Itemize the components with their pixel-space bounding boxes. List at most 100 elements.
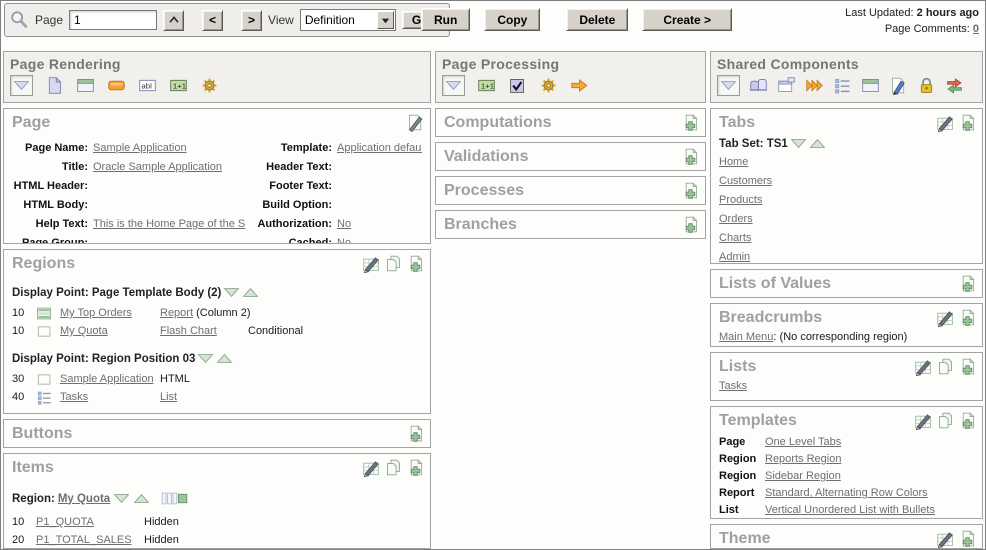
create-process-icon[interactable]: [200, 76, 219, 95]
sort-up-icon[interactable]: [216, 352, 233, 365]
region-name-link[interactable]: My Quota: [60, 325, 108, 337]
run-button[interactable]: Run: [421, 8, 470, 31]
plain-region-icon: [36, 371, 53, 388]
sort-down-icon[interactable]: [197, 352, 214, 365]
page-name-link[interactable]: Sample Application: [93, 142, 187, 154]
security-lock-icon[interactable]: [917, 76, 936, 95]
template-link[interactable]: Reports Region: [765, 453, 841, 465]
create-computation-icon[interactable]: [169, 76, 188, 95]
create-validation-icon[interactable]: [681, 147, 700, 166]
template-link[interactable]: One Level Tabs: [765, 436, 841, 448]
create-computation-icon[interactable]: [681, 113, 700, 132]
tab-link[interactable]: Admin: [719, 251, 750, 263]
create-computation-icon[interactable]: [477, 76, 496, 95]
previous-page-button[interactable]: <: [202, 10, 223, 31]
create-region-icon[interactable]: [406, 254, 425, 273]
region-template-icon[interactable]: [861, 76, 880, 95]
tab-link[interactable]: Home: [719, 156, 748, 168]
theme-icon[interactable]: [889, 76, 908, 95]
computations-section: Computations: [435, 108, 706, 137]
breadcrumb-link[interactable]: Main Menu: [719, 331, 773, 343]
sort-down-icon[interactable]: [223, 286, 240, 299]
template-link[interactable]: Standard, Alternating Row Colors: [765, 487, 928, 499]
create-process-icon[interactable]: [539, 76, 558, 95]
item-name-link[interactable]: P1_TOTAL_SALES: [36, 534, 132, 546]
edit-templates-icon[interactable]: [914, 411, 933, 430]
tab-link[interactable]: Products: [719, 194, 762, 206]
cached-link[interactable]: No: [337, 237, 351, 244]
sort-up-icon[interactable]: [242, 286, 259, 299]
tab-link[interactable]: Charts: [719, 232, 751, 244]
copy-template-icon[interactable]: [936, 411, 955, 430]
edit-all-regions-icon[interactable]: [362, 254, 381, 273]
sort-up-icon[interactable]: [809, 137, 826, 150]
region-name-link[interactable]: My Top Orders: [60, 307, 132, 319]
caret-up-icon: [167, 13, 181, 27]
page-popup-button[interactable]: [163, 10, 184, 31]
template-link[interactable]: Sidebar Region: [765, 470, 841, 482]
view-select[interactable]: Definition: [300, 9, 396, 31]
field-label: Template:: [254, 139, 332, 158]
collapse-all-icon[interactable]: [717, 75, 740, 96]
sort-down-icon[interactable]: [790, 137, 807, 150]
create-button[interactable]: Create >: [642, 8, 732, 31]
create-button-icon[interactable]: [107, 76, 126, 95]
copy-region-icon[interactable]: [384, 254, 403, 273]
create-tab-icon[interactable]: [958, 113, 977, 132]
list-icon[interactable]: [833, 76, 852, 95]
tab-link[interactable]: Customers: [719, 175, 772, 187]
create-item-icon[interactable]: [138, 76, 157, 95]
collapse-all-icon[interactable]: [442, 75, 465, 96]
template-link[interactable]: Vertical Unordered List with Bullets: [765, 504, 935, 516]
create-process-icon[interactable]: [681, 181, 700, 200]
edit-lists-icon[interactable]: [914, 357, 933, 376]
create-validation-icon[interactable]: [508, 76, 527, 95]
help-text-link[interactable]: This is the Home Page of the S: [93, 218, 245, 230]
copy-item-icon[interactable]: [384, 458, 403, 477]
create-button-icon[interactable]: [406, 424, 425, 443]
create-template-icon[interactable]: [958, 411, 977, 430]
edit-page-attributes-icon[interactable]: [406, 113, 425, 132]
region-name-link[interactable]: Sample Application: [60, 373, 154, 385]
page-comments-link[interactable]: 0: [973, 23, 979, 35]
popup-window-icon[interactable]: [777, 76, 796, 95]
create-breadcrumb-icon[interactable]: [958, 308, 977, 327]
next-page-button[interactable]: >: [241, 10, 262, 31]
items-region-link[interactable]: My Quota: [58, 493, 110, 505]
sort-down-icon[interactable]: [113, 492, 130, 505]
region-type-link[interactable]: Flash Chart: [160, 325, 217, 337]
theme-section: Theme: [710, 524, 983, 549]
breadcrumb-icon[interactable]: [805, 76, 824, 95]
authorization-link[interactable]: No: [337, 218, 351, 230]
tabs-icon[interactable]: [749, 76, 768, 95]
create-list-icon[interactable]: [958, 357, 977, 376]
title-link[interactable]: Oracle Sample Application: [93, 161, 222, 173]
template-link[interactable]: Application default: [337, 142, 422, 154]
edit-all-items-icon[interactable]: [362, 458, 381, 477]
create-lov-icon[interactable]: [958, 274, 977, 293]
region-type-link[interactable]: Report: [160, 307, 193, 319]
create-branch-icon[interactable]: [570, 76, 589, 95]
create-theme-icon[interactable]: [958, 529, 977, 548]
edit-tabs-icon[interactable]: [936, 113, 955, 132]
page-number-input[interactable]: [69, 10, 157, 30]
tab-link[interactable]: Orders: [719, 213, 753, 225]
list-link[interactable]: Tasks: [719, 380, 747, 392]
delete-button[interactable]: Delete: [566, 8, 628, 31]
create-page-icon[interactable]: [45, 76, 64, 95]
edit-theme-icon[interactable]: [936, 529, 955, 548]
copy-list-icon[interactable]: [936, 357, 955, 376]
translate-icon[interactable]: [945, 76, 964, 95]
copy-button[interactable]: Copy: [484, 8, 540, 31]
collapse-all-icon[interactable]: [10, 75, 33, 96]
edit-breadcrumbs-icon[interactable]: [936, 308, 955, 327]
item-name-link[interactable]: P1_QUOTA: [36, 516, 94, 528]
create-region-icon[interactable]: [76, 76, 95, 95]
lists-of-values-section: Lists of Values: [710, 269, 983, 298]
create-item-icon[interactable]: [406, 458, 425, 477]
sort-up-icon[interactable]: [133, 492, 150, 505]
region-type-link[interactable]: List: [160, 391, 177, 403]
region-name-link[interactable]: Tasks: [60, 391, 88, 403]
create-branch-icon[interactable]: [681, 215, 700, 234]
reorder-items-icon[interactable]: [161, 490, 188, 507]
